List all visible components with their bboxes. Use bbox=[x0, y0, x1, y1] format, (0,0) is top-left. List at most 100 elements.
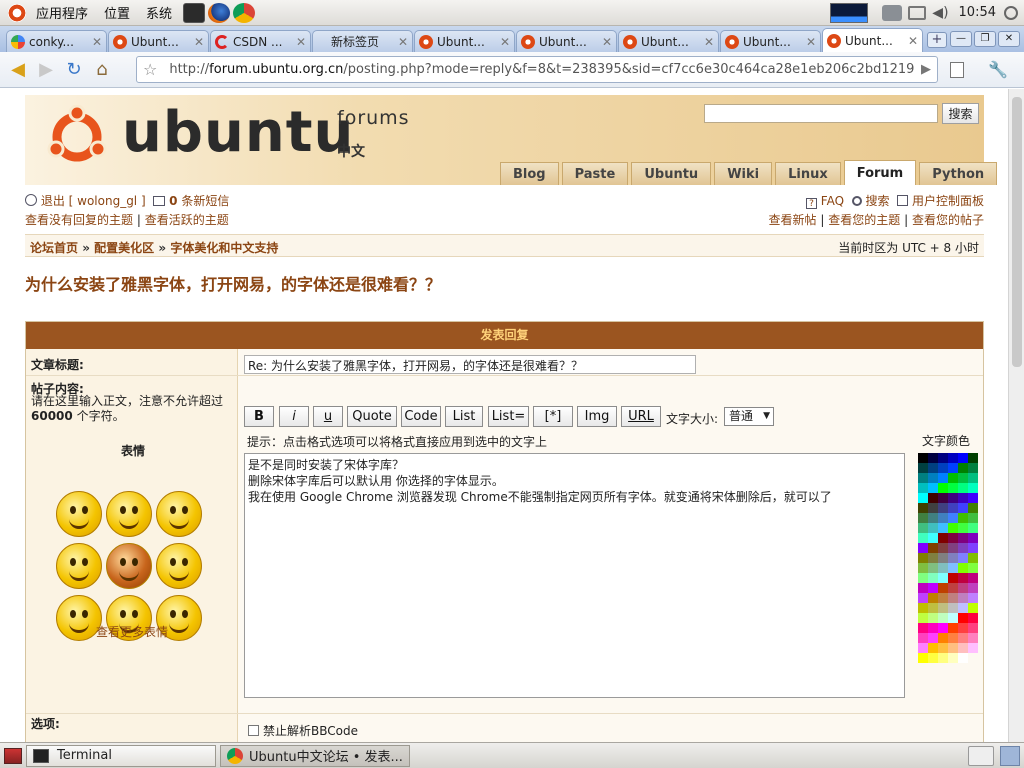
color-swatch[interactable] bbox=[968, 463, 978, 473]
new-tab-button[interactable]: + bbox=[927, 32, 947, 48]
color-swatch[interactable] bbox=[938, 533, 948, 543]
color-swatch[interactable] bbox=[918, 543, 928, 553]
color-swatch[interactable] bbox=[928, 533, 938, 543]
color-swatch[interactable] bbox=[938, 643, 948, 653]
address-bar[interactable]: ☆ http://forum.ubuntu.org.cn/posting.php… bbox=[136, 56, 938, 83]
color-swatch[interactable] bbox=[938, 483, 948, 493]
bookmark-star-icon[interactable]: ☆ bbox=[143, 60, 157, 79]
nav-wiki[interactable]: Wiki bbox=[714, 162, 773, 185]
tab-close-icon[interactable]: ✕ bbox=[704, 35, 714, 49]
bold-button[interactable]: B bbox=[244, 406, 274, 427]
tab-close-icon[interactable]: ✕ bbox=[92, 35, 102, 49]
color-swatch[interactable] bbox=[938, 653, 948, 663]
color-swatch[interactable] bbox=[958, 653, 968, 663]
color-swatch[interactable] bbox=[948, 653, 958, 663]
firefox-launcher-icon[interactable] bbox=[208, 2, 231, 23]
tab-ubuntu-1[interactable]: Ubunt... ✕ bbox=[108, 30, 209, 52]
color-swatch[interactable] bbox=[918, 633, 928, 643]
color-swatch[interactable] bbox=[928, 633, 938, 643]
color-swatch[interactable] bbox=[938, 553, 948, 563]
color-swatch[interactable] bbox=[938, 613, 948, 623]
color-swatch[interactable] bbox=[928, 543, 938, 553]
color-swatch[interactable] bbox=[948, 573, 958, 583]
breadcrumb-forum[interactable]: 字体美化和中文支持 bbox=[170, 241, 278, 255]
breadcrumb-home[interactable]: 论坛首页 bbox=[30, 241, 78, 255]
forward-button[interactable]: ▶ bbox=[32, 56, 60, 84]
color-swatch[interactable] bbox=[918, 523, 928, 533]
color-swatch[interactable] bbox=[968, 563, 978, 573]
network-icon[interactable] bbox=[882, 4, 903, 21]
img-button[interactable]: Img bbox=[577, 406, 617, 427]
color-swatch[interactable] bbox=[928, 453, 938, 463]
color-swatch[interactable] bbox=[938, 603, 948, 613]
color-swatch[interactable] bbox=[968, 543, 978, 553]
color-swatch[interactable] bbox=[928, 553, 938, 563]
color-swatch[interactable] bbox=[968, 483, 978, 493]
color-swatch[interactable] bbox=[938, 513, 948, 523]
search-input[interactable] bbox=[704, 104, 938, 123]
color-swatch[interactable] bbox=[918, 533, 928, 543]
color-swatch[interactable] bbox=[938, 623, 948, 633]
color-swatch[interactable] bbox=[968, 613, 978, 623]
color-swatch[interactable] bbox=[938, 493, 948, 503]
code-button[interactable]: Code bbox=[401, 406, 441, 427]
color-swatch[interactable] bbox=[948, 523, 958, 533]
disable-bbcode-option[interactable]: 禁止解析BBCode bbox=[248, 722, 358, 739]
color-swatch[interactable] bbox=[958, 573, 968, 583]
breadcrumb-category[interactable]: 配置美化区 bbox=[94, 241, 154, 255]
nav-python[interactable]: Python bbox=[919, 162, 998, 185]
color-swatch[interactable] bbox=[928, 503, 938, 513]
color-swatch[interactable] bbox=[928, 653, 938, 663]
color-swatch[interactable] bbox=[928, 603, 938, 613]
color-swatch[interactable] bbox=[948, 553, 958, 563]
fontsize-select[interactable]: 普通 ▼ bbox=[724, 407, 774, 426]
back-button[interactable]: ◀ bbox=[4, 56, 32, 84]
color-swatch[interactable] bbox=[968, 513, 978, 523]
color-swatch[interactable] bbox=[948, 503, 958, 513]
close-window-button[interactable]: ✕ bbox=[998, 31, 1020, 47]
pm-link[interactable]: 条新短信 bbox=[181, 194, 229, 208]
color-swatch[interactable] bbox=[928, 643, 938, 653]
color-swatch[interactable] bbox=[918, 653, 928, 663]
unanswered-link[interactable]: 查看没有回复的主题 bbox=[25, 213, 133, 227]
color-swatch[interactable] bbox=[918, 483, 928, 493]
color-swatch[interactable] bbox=[968, 623, 978, 633]
color-swatch[interactable] bbox=[948, 583, 958, 593]
terminal-launcher-icon[interactable] bbox=[183, 2, 206, 23]
color-swatch[interactable] bbox=[918, 473, 928, 483]
places-menu[interactable]: 位置 bbox=[96, 3, 138, 22]
go-icon[interactable]: ▶ bbox=[921, 62, 931, 77]
color-swatch[interactable] bbox=[928, 463, 938, 473]
page-scrollbar[interactable] bbox=[1008, 89, 1024, 742]
emoticon-grin-icon[interactable] bbox=[156, 543, 202, 589]
color-swatch[interactable] bbox=[948, 593, 958, 603]
system-monitor-graph[interactable] bbox=[830, 2, 869, 23]
logout-link[interactable]: 退出 [ wolong_gl ] bbox=[41, 194, 146, 208]
color-swatch[interactable] bbox=[918, 463, 928, 473]
emoticon-laugh-icon[interactable] bbox=[56, 543, 102, 589]
nav-paste[interactable]: Paste bbox=[561, 162, 629, 185]
color-swatch[interactable] bbox=[918, 603, 928, 613]
color-swatch[interactable] bbox=[958, 473, 968, 483]
ucp-link[interactable]: 用户控制面板 bbox=[912, 194, 984, 208]
color-palette[interactable] bbox=[918, 453, 978, 723]
color-swatch[interactable] bbox=[948, 453, 958, 463]
message-textarea[interactable]: 是不是同时安装了宋体字库？ 删除宋体字库后可以默认用 你选择的字体显示。 我在使… bbox=[244, 453, 905, 698]
workspace-switcher[interactable] bbox=[1000, 745, 1020, 766]
emoticon-big-laugh-icon[interactable] bbox=[106, 543, 152, 589]
mail-icon[interactable] bbox=[908, 5, 927, 20]
your-topics-link[interactable]: 查看您的主题 bbox=[828, 213, 900, 227]
color-swatch[interactable] bbox=[948, 623, 958, 633]
color-swatch[interactable] bbox=[928, 563, 938, 573]
nav-forum[interactable]: Forum bbox=[843, 160, 917, 185]
new-posts-link[interactable]: 查看新帖 bbox=[769, 213, 817, 227]
color-swatch[interactable] bbox=[968, 473, 978, 483]
reload-button[interactable]: ↻ bbox=[60, 56, 88, 84]
color-swatch[interactable] bbox=[968, 493, 978, 503]
page-title[interactable]: 为什么安装了雅黑字体，打开网易，的字体还是很难看？？ bbox=[25, 271, 441, 295]
italic-button[interactable]: i bbox=[279, 406, 309, 427]
nav-linux[interactable]: Linux bbox=[775, 162, 841, 185]
clock[interactable]: 10:54 bbox=[959, 5, 996, 20]
tab-close-icon[interactable]: ✕ bbox=[908, 34, 918, 48]
color-swatch[interactable] bbox=[948, 473, 958, 483]
